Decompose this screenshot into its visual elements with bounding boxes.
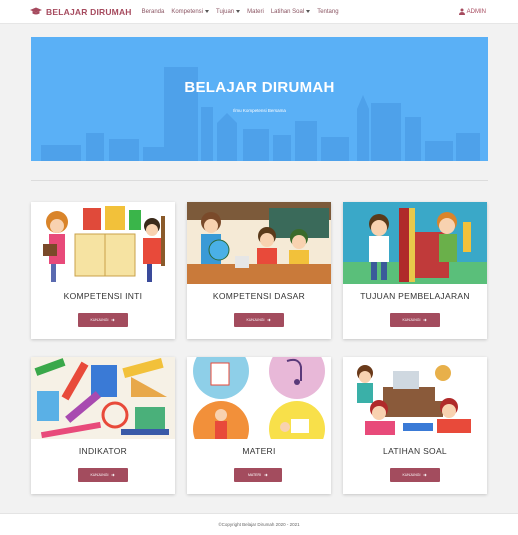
kids-studying-illustration-icon [343,357,487,439]
nav-label: Materi [247,8,264,15]
arrow-right-icon [423,473,428,477]
card-title: LATIHAN SOAL [383,446,447,456]
nav-beranda[interactable]: Beranda [142,9,165,15]
card-latihan-soal: LATIHAN SOAL KUNJUNGI [343,357,487,494]
hero-title: BELAJAR DIRUMAH [184,79,335,96]
user-label: ADMIN [466,8,486,15]
kids-books-illustration-icon [343,202,487,284]
copyright-text: ©Copyright Belajar Dirumah 2020 - 2021 [218,522,300,527]
card-title: KOMPETENSI INTI [63,291,143,301]
card-indikator: INDIKATOR KUNJUNGI [31,357,175,494]
caret-down-icon [306,10,311,13]
caret-down-icon [236,10,241,13]
nav-materi[interactable]: Materi [247,9,264,15]
card-title: KOMPETENSI DASAR [212,291,306,301]
button-label: KUNJUNGI [246,318,265,322]
arrow-right-icon [111,318,116,322]
navbar: BELAJAR DIRUMAH Beranda Kompetensi Tujua… [0,0,518,24]
button-label: KUNJUNGI [90,473,109,477]
subject-circles-illustration-icon [187,357,331,439]
hero-subtitle: Ilmu Kompetensi Bersama [233,108,286,113]
brand-name: BELAJAR DIRUMAH [46,6,132,17]
kunjungi-button[interactable]: KUNJUNGI [234,313,284,327]
kunjungi-button[interactable]: KUNJUNGI [78,468,128,482]
card-title: INDIKATOR [78,446,128,456]
card-title: TUJUAN PEMBELAJARAN [360,291,470,301]
nav-kompetensi[interactable]: Kompetensi [171,8,210,15]
card-title: MATERI [242,446,276,456]
button-label: KUNJUNGI [402,473,421,477]
nav-label: Beranda [141,8,165,15]
nav-label: Tentang [317,8,339,15]
arrow-right-icon [264,473,268,477]
kunjungi-button[interactable]: KUNJUNGI [78,313,128,327]
button-label: KUNJUNGI [402,318,421,322]
materi-button[interactable]: MATERI [234,468,282,482]
nav-latihan-soal[interactable]: Latihan Soal [270,8,311,15]
nav-label: Kompetensi [171,8,204,15]
card-materi: MATERI MATERI [187,357,331,494]
button-label: KUNJUNGI [90,318,109,322]
classroom-globe-illustration-icon [187,202,331,284]
caret-down-icon [205,10,210,13]
graduation-cap-icon [30,7,42,15]
card-kompetensi-inti: KOMPETENSI INTI KUNJUNGI [31,202,175,339]
arrow-right-icon [423,318,428,322]
kunjungi-button[interactable]: KUNJUNGI [390,468,440,482]
city-skyline-icon [41,67,480,161]
divider [31,180,488,181]
user-menu[interactable]: ADMIN [458,8,486,15]
card-tujuan-pembelajaran: TUJUAN PEMBELAJARAN KUNJUNGI [343,202,487,339]
kunjungi-button[interactable]: KUNJUNGI [390,313,440,327]
nav-tentang[interactable]: Tentang [317,9,338,15]
nav-label: Tujuan [216,8,235,15]
nav-label: Latihan Soal [270,8,305,15]
footer: ©Copyright Belajar Dirumah 2020 - 2021 [0,513,518,535]
arrow-right-icon [111,473,116,477]
school-supplies-illustration-icon [31,357,175,439]
kids-reading-illustration-icon [31,202,175,284]
brand-link[interactable]: BELAJAR DIRUMAH [30,7,132,17]
arrow-right-icon [267,318,272,322]
nav-tujuan[interactable]: Tujuan [216,8,241,15]
button-label: MATERI [248,473,261,477]
card-kompetensi-dasar: KOMPETENSI DASAR KUNJUNGI [187,202,331,339]
user-icon [458,8,465,15]
hero-banner: BELAJAR DIRUMAH Ilmu Kompetensi Bersama [31,37,488,161]
